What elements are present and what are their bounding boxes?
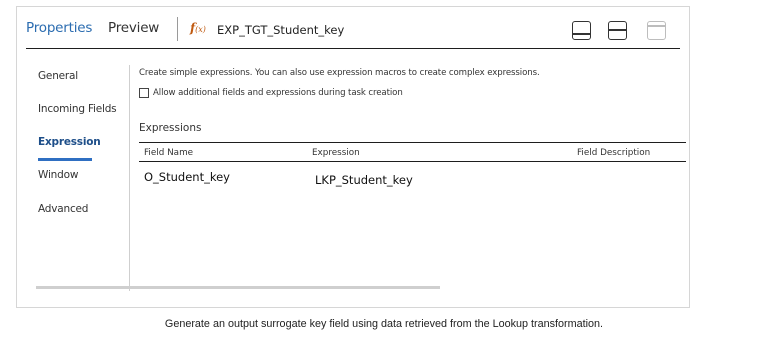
function-icon: f(x)	[190, 21, 206, 35]
sidebar-divider	[129, 65, 130, 291]
table-top-rule	[139, 142, 686, 143]
sidebar-item-general[interactable]: General	[38, 70, 78, 82]
panel-bottom-icon[interactable]	[572, 21, 591, 40]
allow-additional-fields-label: Allow additional fields and expressions …	[153, 88, 403, 98]
panel-top-icon	[647, 21, 666, 40]
sidebar-item-incoming-fields[interactable]: Incoming Fields	[38, 103, 117, 115]
transformation-name: EXP_TGT_Student_key	[217, 23, 345, 37]
properties-panel: Properties Preview f(x) EXP_TGT_Student_…	[16, 6, 690, 308]
expression-description: Create simple expressions. You can also …	[139, 68, 540, 78]
active-tab-indicator	[38, 158, 92, 161]
panel-header: Properties Preview f(x) EXP_TGT_Student_…	[17, 7, 689, 49]
tab-properties[interactable]: Properties	[26, 20, 92, 36]
figure-caption: Generate an output surrogate key field u…	[164, 318, 604, 330]
sidebar-item-advanced[interactable]: Advanced	[38, 203, 88, 215]
table-header-rule	[139, 161, 686, 162]
column-header-field-name[interactable]: Field Name	[144, 148, 193, 158]
expressions-section-title: Expressions	[139, 122, 202, 134]
allow-additional-fields-checkbox[interactable]	[139, 88, 149, 98]
column-header-expression[interactable]: Expression	[312, 148, 360, 158]
sidebar-item-expression[interactable]: Expression	[38, 136, 101, 148]
horizontal-scrollbar[interactable]	[36, 286, 440, 289]
tab-preview[interactable]: Preview	[108, 20, 159, 36]
sidebar-item-window[interactable]: Window	[38, 169, 78, 181]
function-icon-sub: (x)	[195, 25, 206, 34]
cell-field-name[interactable]: O_Student_key	[144, 170, 230, 184]
panel-split-icon[interactable]	[608, 21, 627, 40]
column-header-field-description[interactable]: Field Description	[577, 148, 650, 158]
header-divider	[26, 48, 680, 49]
tab-separator	[177, 17, 178, 41]
cell-expression[interactable]: LKP_Student_key	[315, 173, 413, 187]
